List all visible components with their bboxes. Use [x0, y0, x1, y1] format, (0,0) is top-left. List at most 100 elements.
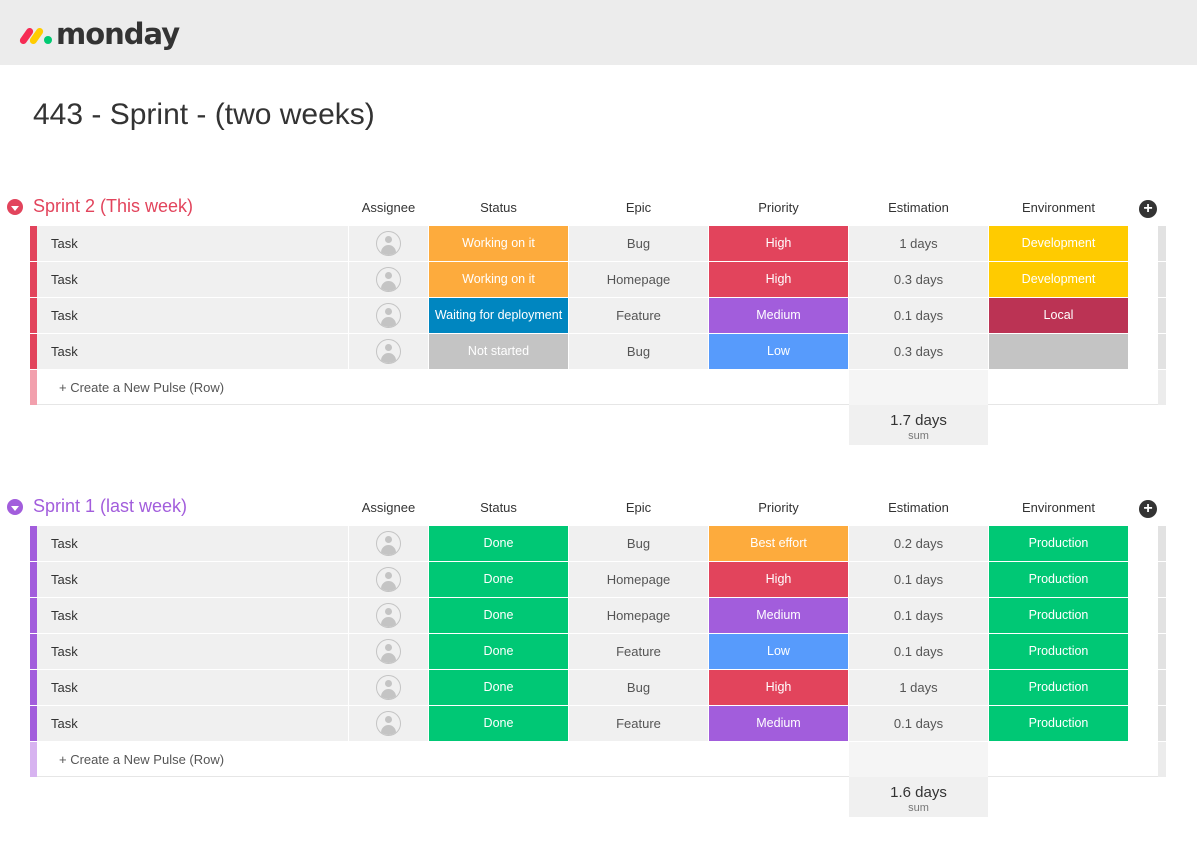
- environment-cell[interactable]: Local: [989, 298, 1128, 333]
- create-pulse-row[interactable]: + Create a New Pulse (Row): [0, 742, 1197, 777]
- environment-cell[interactable]: Development: [989, 262, 1128, 297]
- monday-logo[interactable]: monday: [18, 14, 180, 54]
- create-pulse-button[interactable]: + Create a New Pulse (Row): [37, 742, 1158, 777]
- table-row[interactable]: Task Done Homepage High 0.1 days Production: [0, 562, 1197, 598]
- table-row[interactable]: Task Done Homepage Medium 0.1 days Production: [0, 598, 1197, 634]
- task-name-cell[interactable]: Task: [37, 262, 348, 297]
- environment-cell[interactable]: Production: [989, 598, 1128, 633]
- table-row[interactable]: Task Waiting for deployment Feature Medium 0…: [0, 298, 1197, 334]
- task-name-cell[interactable]: Task: [37, 562, 348, 597]
- status-cell[interactable]: Waiting for deployment: [429, 298, 568, 333]
- create-pulse-button[interactable]: + Create a New Pulse (Row): [37, 370, 1158, 405]
- estimation-cell[interactable]: 0.1 days: [849, 706, 988, 741]
- estimation-cell[interactable]: 1 days: [849, 670, 988, 705]
- epic-cell[interactable]: Homepage: [569, 598, 708, 633]
- collapse-chevron-icon[interactable]: [7, 499, 23, 515]
- add-column-plus-icon[interactable]: +: [1139, 500, 1157, 518]
- estimation-cell[interactable]: 0.3 days: [849, 262, 988, 297]
- assignee-cell[interactable]: [349, 670, 428, 705]
- priority-cell[interactable]: Medium: [709, 706, 848, 741]
- status-cell[interactable]: Done: [429, 706, 568, 741]
- assignee-cell[interactable]: [349, 706, 428, 741]
- assignee-cell[interactable]: [349, 634, 428, 669]
- assignee-cell[interactable]: [349, 226, 428, 261]
- column-header-status[interactable]: Status: [429, 500, 568, 515]
- task-name-cell[interactable]: Task: [37, 526, 348, 561]
- column-header-estimation[interactable]: Estimation: [849, 500, 988, 515]
- table-row[interactable]: Task Done Feature Medium 0.1 days Production: [0, 706, 1197, 742]
- environment-cell[interactable]: Production: [989, 706, 1128, 741]
- environment-cell[interactable]: Production: [989, 526, 1128, 561]
- task-name-cell[interactable]: Task: [37, 226, 348, 261]
- priority-cell[interactable]: Medium: [709, 598, 848, 633]
- estimation-cell[interactable]: 0.1 days: [849, 634, 988, 669]
- priority-cell[interactable]: High: [709, 262, 848, 297]
- status-cell[interactable]: Working on it: [429, 262, 568, 297]
- column-header-environment[interactable]: Environment: [989, 200, 1128, 215]
- epic-cell[interactable]: Feature: [569, 298, 708, 333]
- column-header-estimation[interactable]: Estimation: [849, 200, 988, 215]
- estimation-cell[interactable]: 0.1 days: [849, 598, 988, 633]
- assignee-cell[interactable]: [349, 526, 428, 561]
- epic-cell[interactable]: Bug: [569, 670, 708, 705]
- status-cell[interactable]: Done: [429, 526, 568, 561]
- priority-cell[interactable]: High: [709, 562, 848, 597]
- table-row[interactable]: Task Done Feature Low 0.1 days Production: [0, 634, 1197, 670]
- task-name-cell[interactable]: Task: [37, 706, 348, 741]
- priority-cell[interactable]: Medium: [709, 298, 848, 333]
- environment-cell[interactable]: Production: [989, 562, 1128, 597]
- epic-cell[interactable]: Bug: [569, 526, 708, 561]
- task-name-cell[interactable]: Task: [37, 634, 348, 669]
- assignee-cell[interactable]: [349, 598, 428, 633]
- column-header-epic[interactable]: Epic: [569, 500, 708, 515]
- priority-cell[interactable]: High: [709, 670, 848, 705]
- task-name-cell[interactable]: Task: [37, 334, 348, 369]
- environment-cell[interactable]: Development: [989, 226, 1128, 261]
- table-row[interactable]: Task Not started Bug Low 0.3 days: [0, 334, 1197, 370]
- assignee-cell[interactable]: [349, 262, 428, 297]
- table-row[interactable]: Task Working on it Bug High 1 days Developmen…: [0, 226, 1197, 262]
- table-row[interactable]: Task Done Bug High 1 days Production: [0, 670, 1197, 706]
- priority-cell[interactable]: Low: [709, 334, 848, 369]
- priority-cell[interactable]: Low: [709, 634, 848, 669]
- priority-cell[interactable]: High: [709, 226, 848, 261]
- collapse-chevron-icon[interactable]: [7, 199, 23, 215]
- environment-cell[interactable]: Production: [989, 634, 1128, 669]
- assignee-cell[interactable]: [349, 298, 428, 333]
- table-row[interactable]: Task Working on it Homepage High 0.3 days Dev…: [0, 262, 1197, 298]
- group-title[interactable]: Sprint 2 (This week): [33, 196, 193, 217]
- column-header-priority[interactable]: Priority: [709, 500, 848, 515]
- epic-cell[interactable]: Homepage: [569, 562, 708, 597]
- environment-cell[interactable]: Production: [989, 670, 1128, 705]
- epic-cell[interactable]: Bug: [569, 226, 708, 261]
- status-cell[interactable]: Working on it: [429, 226, 568, 261]
- estimation-cell[interactable]: 0.3 days: [849, 334, 988, 369]
- table-row[interactable]: Task Done Bug Best effort 0.2 days Production: [0, 526, 1197, 562]
- estimation-cell[interactable]: 1 days: [849, 226, 988, 261]
- column-header-epic[interactable]: Epic: [569, 200, 708, 215]
- status-cell[interactable]: Done: [429, 634, 568, 669]
- epic-cell[interactable]: Bug: [569, 334, 708, 369]
- column-header-environment[interactable]: Environment: [989, 500, 1128, 515]
- status-cell[interactable]: Done: [429, 562, 568, 597]
- epic-cell[interactable]: Feature: [569, 634, 708, 669]
- status-cell[interactable]: Done: [429, 598, 568, 633]
- estimation-cell[interactable]: 0.1 days: [849, 562, 988, 597]
- estimation-cell[interactable]: 0.2 days: [849, 526, 988, 561]
- create-pulse-row[interactable]: + Create a New Pulse (Row): [0, 370, 1197, 405]
- epic-cell[interactable]: Homepage: [569, 262, 708, 297]
- column-header-status[interactable]: Status: [429, 200, 568, 215]
- add-column-plus-icon[interactable]: +: [1139, 200, 1157, 218]
- assignee-cell[interactable]: [349, 562, 428, 597]
- environment-cell[interactable]: [989, 334, 1128, 369]
- status-cell[interactable]: Done: [429, 670, 568, 705]
- assignee-cell[interactable]: [349, 334, 428, 369]
- estimation-cell[interactable]: 0.1 days: [849, 298, 988, 333]
- column-header-priority[interactable]: Priority: [709, 200, 848, 215]
- task-name-cell[interactable]: Task: [37, 670, 348, 705]
- epic-cell[interactable]: Feature: [569, 706, 708, 741]
- task-name-cell[interactable]: Task: [37, 598, 348, 633]
- priority-cell[interactable]: Best effort: [709, 526, 848, 561]
- status-cell[interactable]: Not started: [429, 334, 568, 369]
- group-title[interactable]: Sprint 1 (last week): [33, 496, 187, 517]
